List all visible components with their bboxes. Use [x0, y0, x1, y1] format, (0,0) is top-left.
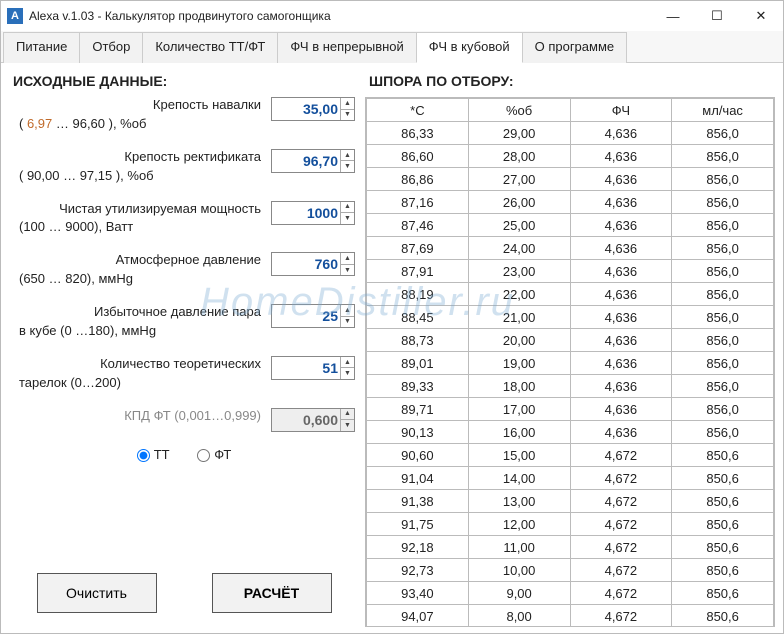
table-row: 89,0119,004,636856,0: [367, 352, 774, 375]
right-header: ШПОРА ПО ОТБОРУ:: [365, 71, 775, 97]
input-panel: ИСХОДНЫЕ ДАННЫЕ: Крепость навалки( 6,97 …: [9, 71, 365, 627]
table-row: 91,3813,004,672850,6: [367, 490, 774, 513]
table-row: 90,6015,004,672850,6: [367, 444, 774, 467]
table-row: 86,8627,004,636856,0: [367, 168, 774, 191]
tab-2[interactable]: Количество ТТ/ФТ: [142, 32, 278, 63]
output-table: *С%обФЧмл/час 86,3329,004,636856,086,602…: [366, 98, 774, 627]
output-panel: ШПОРА ПО ОТБОРУ: *С%обФЧмл/час 86,3329,0…: [365, 71, 775, 627]
table-row: 88,7320,004,636856,0: [367, 329, 774, 352]
field-5: Количество теоретическихтарелок (0…200)5…: [9, 356, 359, 392]
input-4[interactable]: 25▲▼: [271, 304, 355, 328]
radio-tt[interactable]: ТТ: [137, 447, 170, 462]
field-0: Крепость навалки( 6,97 … 96,60 ), %об35,…: [9, 97, 359, 133]
tab-4[interactable]: ФЧ в кубовой: [416, 32, 523, 63]
tab-0[interactable]: Питание: [3, 32, 80, 63]
app-icon: A: [7, 8, 23, 24]
tab-5[interactable]: О программе: [522, 32, 628, 63]
field-2: Чистая утилизируемая мощность(100 … 9000…: [9, 201, 359, 237]
calc-button[interactable]: РАСЧЁТ: [212, 573, 332, 613]
table-row: 90,1316,004,636856,0: [367, 421, 774, 444]
left-header: ИСХОДНЫЕ ДАННЫЕ:: [9, 71, 359, 97]
tab-bar: ПитаниеОтборКоличество ТТ/ФТФЧ в непреры…: [1, 31, 783, 63]
input-1[interactable]: 96,70▲▼: [271, 149, 355, 173]
input-3[interactable]: 760▲▼: [271, 252, 355, 276]
field-6: КПД ФТ (0,001…0,999)0,600▲▼: [9, 408, 359, 425]
table-row: 92,7310,004,672850,6: [367, 559, 774, 582]
input-5[interactable]: 51▲▼: [271, 356, 355, 380]
input-6: 0,600▲▼: [271, 408, 355, 432]
window-title: Alexa v.1.03 - Калькулятор продвинутого …: [29, 9, 651, 23]
input-2[interactable]: 1000▲▼: [271, 201, 355, 225]
table-row: 94,078,004,672850,6: [367, 605, 774, 628]
table-row: 86,3329,004,636856,0: [367, 122, 774, 145]
tab-3[interactable]: ФЧ в непрерывной: [277, 32, 416, 63]
table-row: 86,6028,004,636856,0: [367, 145, 774, 168]
table-row: 87,6924,004,636856,0: [367, 237, 774, 260]
radio-row: ТТ ФТ: [9, 447, 359, 462]
table-row: 91,0414,004,672850,6: [367, 467, 774, 490]
col-header: мл/час: [672, 99, 774, 122]
col-header: %об: [468, 99, 570, 122]
field-1: Крепость ректификата( 90,00 … 97,15 ), %…: [9, 149, 359, 185]
maximize-button[interactable]: ☐: [695, 2, 739, 30]
field-4: Избыточное давление парав кубе (0 …180),…: [9, 304, 359, 340]
titlebar: A Alexa v.1.03 - Калькулятор продвинутог…: [1, 1, 783, 31]
table-row: 87,1626,004,636856,0: [367, 191, 774, 214]
input-0[interactable]: 35,00▲▼: [271, 97, 355, 121]
clear-button[interactable]: Очистить: [37, 573, 157, 613]
table-row: 91,7512,004,672850,6: [367, 513, 774, 536]
table-scroll[interactable]: *С%обФЧмл/час 86,3329,004,636856,086,602…: [365, 97, 775, 627]
table-row: 88,4521,004,636856,0: [367, 306, 774, 329]
field-3: Атмосферное давление(650 … 820), ммHg760…: [9, 252, 359, 288]
table-row: 93,409,004,672850,6: [367, 582, 774, 605]
table-row: 87,4625,004,636856,0: [367, 214, 774, 237]
col-header: *С: [367, 99, 469, 122]
col-header: ФЧ: [570, 99, 672, 122]
tab-1[interactable]: Отбор: [79, 32, 143, 63]
table-row: 88,1922,004,636856,0: [367, 283, 774, 306]
table-row: 89,3318,004,636856,0: [367, 375, 774, 398]
minimize-button[interactable]: —: [651, 2, 695, 30]
table-row: 89,7117,004,636856,0: [367, 398, 774, 421]
close-button[interactable]: ✕: [739, 2, 783, 30]
table-row: 92,1811,004,672850,6: [367, 536, 774, 559]
radio-ft[interactable]: ФТ: [197, 447, 231, 462]
table-row: 87,9123,004,636856,0: [367, 260, 774, 283]
